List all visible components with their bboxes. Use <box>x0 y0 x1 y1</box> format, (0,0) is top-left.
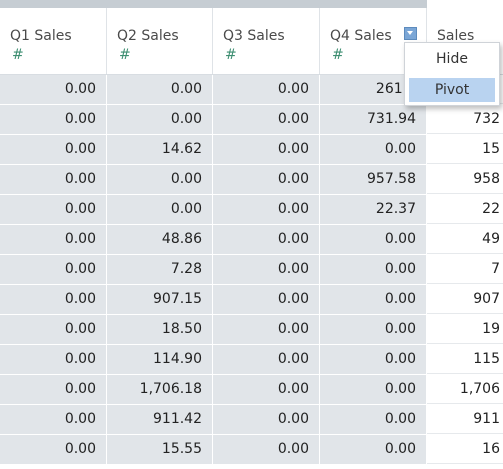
column-header-label: Q3 Sales <box>223 28 285 44</box>
cell-q2-sales[interactable]: 907.15 <box>107 285 213 314</box>
cell-q1-sales[interactable]: 0.00 <box>0 255 107 284</box>
cell-q4-sales[interactable]: 0.00 <box>320 255 427 284</box>
table-row[interactable]: 0.00 15.55 0.00 0.00 16 <box>0 435 503 465</box>
table-row[interactable]: 0.00 907.15 0.00 0.00 907 <box>0 285 503 315</box>
cell-q1-sales[interactable]: 0.00 <box>0 135 107 164</box>
grid-top-strip <box>0 0 427 8</box>
cell-q1-sales[interactable]: 0.00 <box>0 345 107 374</box>
cell-q4-sales[interactable]: 0.00 <box>320 345 427 374</box>
cell-sales[interactable]: 115 <box>427 345 503 374</box>
cell-q3-sales[interactable]: 0.00 <box>213 285 320 314</box>
cell-q3-sales[interactable]: 0.00 <box>213 345 320 374</box>
cell-q1-sales[interactable]: 0.00 <box>0 315 107 344</box>
cell-q3-sales[interactable]: 0.00 <box>213 315 320 344</box>
numeric-type-icon: # <box>225 47 237 63</box>
cell-q4-sales[interactable]: 22.37 <box>320 195 427 224</box>
table-row[interactable]: 0.00 1,706.18 0.00 0.00 1,706 <box>0 375 503 405</box>
cell-q4-sales[interactable]: 0.00 <box>320 405 427 434</box>
column-header-q1-sales[interactable]: Q1 Sales # <box>0 8 107 74</box>
cell-sales[interactable]: 22 <box>427 195 503 224</box>
table-row[interactable]: 0.00 0.00 0.00 957.58 958 <box>0 165 503 195</box>
cell-sales[interactable]: 907 <box>427 285 503 314</box>
cell-sales[interactable]: 1,706 <box>427 375 503 404</box>
cell-q1-sales[interactable]: 0.00 <box>0 195 107 224</box>
table-row[interactable]: 0.00 48.86 0.00 0.00 49 <box>0 225 503 255</box>
cell-q2-sales[interactable]: 14.62 <box>107 135 213 164</box>
cell-q1-sales[interactable]: 0.00 <box>0 405 107 434</box>
cell-q4-sales[interactable]: 957.58 <box>320 165 427 194</box>
cell-q3-sales[interactable]: 0.00 <box>213 165 320 194</box>
cell-q2-sales[interactable]: 114.90 <box>107 345 213 374</box>
table-row[interactable]: 0.00 114.90 0.00 0.00 115 <box>0 345 503 375</box>
cell-q3-sales[interactable]: 0.00 <box>213 135 320 164</box>
cell-q1-sales[interactable]: 0.00 <box>0 225 107 254</box>
cell-q3-sales[interactable]: 0.00 <box>213 255 320 284</box>
cell-q2-sales[interactable]: 48.86 <box>107 225 213 254</box>
cell-q3-sales[interactable]: 0.00 <box>213 375 320 404</box>
table-row[interactable]: 0.00 18.50 0.00 0.00 19 <box>0 315 503 345</box>
cell-q2-sales[interactable]: 1,706.18 <box>107 375 213 404</box>
cell-q2-sales[interactable]: 0.00 <box>107 195 213 224</box>
column-context-menu: Hide Pivot <box>404 42 500 106</box>
cell-q1-sales[interactable]: 0.00 <box>0 375 107 404</box>
numeric-type-icon: # <box>12 47 24 63</box>
table-row[interactable]: 0.00 0.00 0.00 731.94 732 <box>0 105 503 135</box>
cell-q3-sales[interactable]: 0.00 <box>213 405 320 434</box>
cell-q3-sales[interactable]: 0.00 <box>213 195 320 224</box>
menu-item-hide[interactable]: Hide <box>409 47 495 71</box>
cell-q3-sales[interactable]: 0.00 <box>213 75 320 104</box>
cell-sales[interactable]: 958 <box>427 165 503 194</box>
cell-sales[interactable]: 15 <box>427 135 503 164</box>
table-row[interactable]: 0.00 0.00 0.00 22.37 22 <box>0 195 503 225</box>
cell-q3-sales[interactable]: 0.00 <box>213 435 320 464</box>
chevron-down-icon <box>407 31 413 35</box>
cell-sales[interactable]: 16 <box>427 435 503 464</box>
table-row[interactable]: 0.00 14.62 0.00 0.00 15 <box>0 135 503 165</box>
column-header-label: Q2 Sales <box>117 28 179 44</box>
numeric-type-icon: # <box>119 47 131 63</box>
cell-q2-sales[interactable]: 911.42 <box>107 405 213 434</box>
cell-q2-sales[interactable]: 0.00 <box>107 165 213 194</box>
cell-q4-sales[interactable]: 0.00 <box>320 135 427 164</box>
data-grid: Q1 Sales # Q2 Sales # Q3 Sales # Q4 Sale… <box>0 0 503 469</box>
column-header-q2-sales[interactable]: Q2 Sales # <box>107 8 213 74</box>
cell-q2-sales[interactable]: 18.50 <box>107 315 213 344</box>
column-header-q3-sales[interactable]: Q3 Sales # <box>213 8 320 74</box>
cell-q4-sales[interactable]: 0.00 <box>320 315 427 344</box>
cell-sales[interactable]: 732 <box>427 105 503 134</box>
column-menu-dropdown-button[interactable] <box>404 27 417 40</box>
cell-q1-sales[interactable]: 0.00 <box>0 165 107 194</box>
cell-sales[interactable]: 911 <box>427 405 503 434</box>
cell-q4-sales[interactable]: 0.00 <box>320 285 427 314</box>
cell-q2-sales[interactable]: 15.55 <box>107 435 213 464</box>
cell-q1-sales[interactable]: 0.00 <box>0 435 107 464</box>
table-row[interactable]: 0.00 911.42 0.00 0.00 911 <box>0 405 503 435</box>
grid-top-strip-right <box>427 0 503 8</box>
cell-q2-sales[interactable]: 7.28 <box>107 255 213 284</box>
cell-q3-sales[interactable]: 0.00 <box>213 105 320 134</box>
cell-q4-sales[interactable]: 0.00 <box>320 375 427 404</box>
table-row[interactable]: 0.00 7.28 0.00 0.00 7 <box>0 255 503 285</box>
cell-q1-sales[interactable]: 0.00 <box>0 105 107 134</box>
column-header-label: Q1 Sales <box>10 28 72 44</box>
menu-item-pivot[interactable]: Pivot <box>409 78 495 102</box>
column-header-label: Q4 Sales <box>330 28 392 44</box>
cell-sales[interactable]: 19 <box>427 315 503 344</box>
cell-q1-sales[interactable]: 0.00 <box>0 75 107 104</box>
cell-q2-sales[interactable]: 0.00 <box>107 75 213 104</box>
cell-q3-sales[interactable]: 0.00 <box>213 225 320 254</box>
cell-q4-sales[interactable]: 731.94 <box>320 105 427 134</box>
cell-q4-sales[interactable]: 0.00 <box>320 225 427 254</box>
cell-q1-sales[interactable]: 0.00 <box>0 285 107 314</box>
cell-q2-sales[interactable]: 0.00 <box>107 105 213 134</box>
grid-body: 0.000.000.00261.92620.000.000.00731.9473… <box>0 75 503 465</box>
cell-q4-sales[interactable]: 0.00 <box>320 435 427 464</box>
cell-sales[interactable]: 7 <box>427 255 503 284</box>
cell-sales[interactable]: 49 <box>427 225 503 254</box>
